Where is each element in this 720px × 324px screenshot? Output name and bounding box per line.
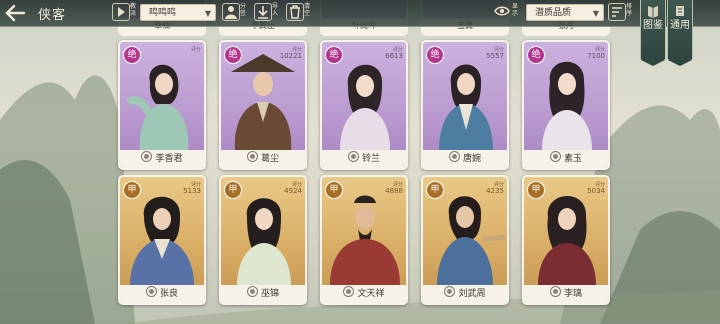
eye-icon[interactable] — [494, 3, 510, 19]
power-value: 4924 — [284, 187, 302, 195]
grade-badge: 绝 — [426, 46, 444, 64]
grade-badge: 甲 — [527, 181, 545, 199]
chevron-down-icon: ▼ — [204, 9, 211, 18]
hero-card[interactable]: 绝 评分 7100 素玉 — [522, 40, 610, 170]
hero-name: 刘武周 — [458, 289, 486, 299]
hero-card[interactable]: 甲 评分 5133 张良 — [118, 175, 206, 305]
arrow-left-icon[interactable] — [4, 3, 26, 23]
power-value: 10221 — [279, 52, 302, 60]
tab-general[interactable]: 通用 — [667, 0, 693, 66]
sect-icon — [448, 151, 460, 162]
hero-name: 巫锦 — [260, 289, 279, 299]
sect-icon — [444, 286, 456, 297]
hero-name: 文天祥 — [357, 289, 385, 299]
power-value: 4235 — [486, 187, 504, 195]
sect-icon — [141, 151, 153, 162]
hero-name: 李香君 — [155, 154, 183, 164]
power-value: 5557 — [486, 52, 504, 60]
chevron-down-icon: ▼ — [592, 9, 599, 18]
hero-card[interactable]: 绝 评分 6613 铃兰 — [320, 40, 408, 170]
hero-card[interactable]: 绝 评分 10221 葛尘 — [219, 40, 307, 170]
hero-card[interactable]: 绝 评分 5557 唐婉 — [421, 40, 509, 170]
power-label: 评分 — [190, 47, 201, 53]
sect-icon — [549, 286, 561, 297]
page-title: 侠客 — [38, 8, 67, 23]
sect-filter-label: 教派 — [130, 3, 137, 17]
hero-card-grid: 草柚 李翼止 叶阁吟 宝真 张月 绝 评分 李香君 绝 评分 10221 — [0, 0, 720, 324]
sect-filter-value: 鸣鸣鸣 — [149, 8, 177, 18]
power-value: 5034 — [587, 187, 605, 195]
tab-compendium-label: 图鉴 — [643, 20, 663, 31]
import-label: 导入 — [272, 3, 279, 17]
grade-badge: 甲 — [224, 181, 242, 199]
person-icon[interactable] — [222, 3, 240, 21]
grade-badge: 甲 — [325, 181, 343, 199]
top-bar: 侠客 教派 鸣鸣鸣 ▼ 分签 导入 清空 显示 潜质品质 ▼ 排序 — [0, 0, 720, 27]
sect-icon — [549, 151, 561, 162]
quality-select-value: 潜质品质 — [535, 8, 572, 18]
hero-name: 素玉 — [563, 154, 582, 164]
sect-filter-select[interactable]: 鸣鸣鸣 ▼ — [140, 4, 216, 21]
hero-name: 李璃 — [563, 289, 582, 299]
quality-select[interactable]: 潜质品质 ▼ — [526, 4, 604, 21]
hero-card[interactable]: 甲 评分 5034 李璃 — [522, 175, 610, 305]
hero-card[interactable]: 绝 评分 李香君 — [118, 40, 206, 170]
grade-badge: 甲 — [123, 181, 141, 199]
book-icon — [648, 6, 658, 18]
split-label: 分签 — [240, 3, 247, 17]
hero-name: 张良 — [159, 289, 178, 299]
sect-icon — [343, 286, 355, 297]
hero-card[interactable]: 甲 评分 4235 刘武周 — [421, 175, 509, 305]
trash-icon[interactable] — [286, 3, 304, 21]
hero-name: 铃兰 — [361, 154, 380, 164]
power-value: 7100 — [587, 52, 605, 60]
hero-name: 葛尘 — [260, 154, 279, 164]
grade-badge: 甲 — [426, 181, 444, 199]
tab-compendium[interactable]: 图鉴 — [640, 0, 666, 66]
clear-label: 清空 — [304, 3, 311, 17]
play-icon[interactable] — [112, 3, 130, 21]
grade-badge: 绝 — [123, 46, 141, 64]
scroll-icon — [676, 6, 684, 16]
download-icon[interactable] — [254, 3, 272, 21]
hero-card[interactable]: 甲 评分 4924 巫锦 — [219, 175, 307, 305]
hero-name: 唐婉 — [462, 154, 481, 164]
tab-general-label: 通用 — [670, 20, 690, 31]
grade-badge: 绝 — [224, 46, 242, 64]
power-value: 6613 — [385, 52, 403, 60]
sect-icon — [145, 286, 157, 297]
hero-card[interactable]: 甲 评分 4888 文天祥 — [320, 175, 408, 305]
power-value: 4888 — [385, 187, 403, 195]
power-value: 5133 — [183, 187, 201, 195]
grade-badge: 绝 — [325, 46, 343, 64]
sect-icon — [246, 286, 258, 297]
reveal-label: 显示 — [512, 3, 519, 17]
sect-icon — [347, 151, 359, 162]
sort-icon[interactable] — [608, 3, 626, 21]
sort-label: 排序 — [626, 3, 633, 17]
grade-badge: 绝 — [527, 46, 545, 64]
sect-icon — [246, 151, 258, 162]
